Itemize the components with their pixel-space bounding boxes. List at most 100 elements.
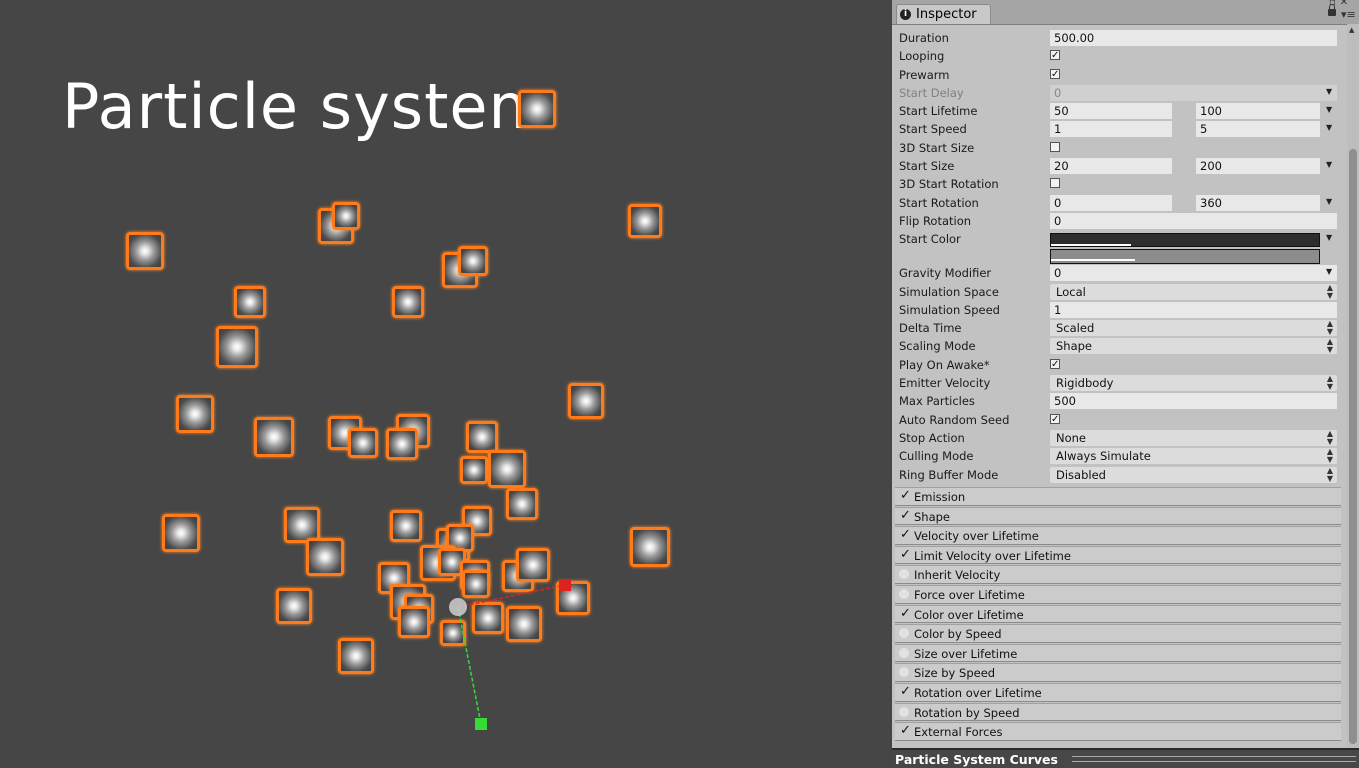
transform-gizmo[interactable] [0, 0, 890, 768]
max-particles-field[interactable]: 500 [1050, 393, 1337, 410]
tab-inspector[interactable]: i Inspector [896, 4, 991, 24]
property-label: Looping [899, 49, 945, 64]
property-start-size: Start Size 20 200 ▼ [895, 157, 1338, 175]
module-rotation-by-speed[interactable]: Rotation by Speed [895, 702, 1341, 722]
module-velocity-over-lifetime[interactable]: ✓ Velocity over Lifetime [895, 526, 1341, 545]
updown-arrow-icon: ▲ ▼ [1326, 319, 1333, 337]
property-label: Simulation Space [899, 284, 999, 299]
stop-action-dropdown[interactable]: None ▲ ▼ [1050, 429, 1337, 446]
duration-field[interactable]: 500.00 [1050, 30, 1337, 46]
module-label: Emission [914, 490, 966, 504]
3d-start-rotation-checkbox[interactable] [1050, 178, 1060, 189]
module-color-by-speed[interactable]: Color by Speed [895, 624, 1341, 643]
dropdown-arrow-icon[interactable]: ▼ [1326, 123, 1332, 132]
module-inherit-velocity[interactable]: Inherit Velocity [895, 565, 1341, 584]
module-rotation-over-lifetime[interactable]: ✓ Rotation over Lifetime [895, 682, 1341, 702]
start-delay-field: 0 [1050, 84, 1337, 101]
gizmo-y-axis[interactable] [457, 606, 482, 725]
particle-system-curves-panel[interactable]: Particle System Curves [892, 748, 1359, 768]
toggle-circle-icon[interactable] [899, 647, 909, 658]
dropdown-arrow-icon[interactable]: ▼ [1326, 105, 1332, 114]
module-shape[interactable]: ✓ Shape [895, 506, 1341, 526]
checkmark-icon[interactable]: ✓ [900, 527, 911, 542]
checkmark-icon[interactable]: ✓ [900, 684, 911, 699]
start-lifetime-min-field[interactable]: 50 [1050, 103, 1172, 120]
module-color-over-lifetime[interactable]: ✓ Color over Lifetime [895, 604, 1341, 624]
dropdown-arrow-icon[interactable]: ▼ [1326, 87, 1332, 96]
module-external-forces[interactable]: ✓ External Forces [895, 722, 1341, 741]
drag-handle-lines[interactable] [1072, 756, 1356, 762]
scaling-mode-dropdown[interactable]: Shape ▲ ▼ [1050, 338, 1337, 355]
3d-start-size-checkbox[interactable] [1050, 141, 1060, 152]
start-rotation-min-field[interactable]: 0 [1050, 194, 1172, 211]
scene-view[interactable]: Particle system [0, 0, 890, 768]
module-size-over-lifetime[interactable]: Size over Lifetime [895, 643, 1341, 663]
start-speed-min-field[interactable]: 1 [1050, 121, 1172, 138]
lock-icon[interactable] [1328, 4, 1336, 16]
toggle-circle-icon[interactable] [899, 588, 909, 599]
dropdown-arrow-icon[interactable]: ▼ [1326, 197, 1332, 206]
auto-random-seed-checkbox[interactable]: ✓ [1050, 413, 1060, 424]
checkmark-icon[interactable]: ✓ [900, 488, 911, 503]
start-size-max-field[interactable]: 200 [1196, 158, 1320, 175]
culling-mode-dropdown[interactable]: Always Simulate ▲ ▼ [1050, 448, 1337, 465]
flip-rotation-field[interactable]: 0 [1050, 212, 1337, 229]
gizmo-x-handle[interactable] [559, 579, 571, 591]
property-label: Play On Awake* [899, 357, 990, 372]
emitter-velocity-dropdown[interactable]: Rigidbody ▲ ▼ [1050, 375, 1337, 392]
property-culling-mode: Culling Mode Always Simulate ▲ ▼ [895, 447, 1338, 465]
updown-arrow-icon: ▲ ▼ [1326, 282, 1333, 300]
dropdown-arrow-icon[interactable]: ▼ [1326, 233, 1332, 242]
start-color-gradient-field[interactable] [1050, 233, 1320, 264]
module-label: Size over Lifetime [914, 646, 1018, 661]
property-delta-time: Delta Time Scaled ▲ ▼ [895, 319, 1338, 337]
start-speed-max-field[interactable]: 5 [1196, 121, 1320, 138]
start-color-gradient-top [1050, 233, 1320, 247]
inspector-scrollbar[interactable]: ▲ [1347, 24, 1359, 748]
gizmo-center-handle[interactable] [449, 598, 467, 616]
checkmark-icon[interactable]: ✓ [900, 723, 911, 738]
module-force-over-lifetime[interactable]: Force over Lifetime [895, 584, 1341, 604]
toggle-circle-icon[interactable] [899, 706, 909, 717]
property-simulation-speed: Simulation Speed 1 [895, 301, 1338, 319]
tab-inspector-label: Inspector [916, 7, 977, 22]
simulation-speed-field[interactable]: 1 [1050, 301, 1337, 318]
property-duration: Duration 500.00 [895, 29, 1338, 47]
delta-time-dropdown[interactable]: Scaled ▲ ▼ [1050, 319, 1337, 337]
property-start-delay: Start Delay 0 ▼ [895, 84, 1338, 102]
menu-icon[interactable]: ▾≡ [1341, 8, 1356, 21]
toggle-circle-icon[interactable] [899, 569, 909, 580]
checkmark-icon[interactable]: ✓ [900, 606, 911, 621]
property-scaling-mode: Scaling Mode Shape ▲ ▼ [895, 337, 1338, 355]
toggle-circle-icon[interactable] [899, 628, 909, 639]
property-max-particles: Max Particles 500 [895, 392, 1338, 410]
looping-checkbox[interactable]: ✓ [1050, 50, 1060, 61]
gravity-modifier-field[interactable]: 0 [1050, 265, 1337, 282]
ring-buffer-mode-dropdown[interactable]: Disabled ▲ ▼ [1050, 466, 1337, 483]
scroll-up-arrow-icon[interactable]: ▲ [1349, 26, 1354, 34]
start-rotation-max-field[interactable]: 360 [1196, 194, 1320, 211]
module-limit-velocity-over-lifetime[interactable]: ✓ Limit Velocity over Lifetime [895, 545, 1341, 565]
checkmark-icon[interactable]: ✓ [900, 547, 911, 562]
toggle-circle-icon[interactable] [899, 667, 909, 678]
module-label: Color over Lifetime [914, 607, 1024, 622]
gizmo-x-axis[interactable] [457, 584, 566, 608]
curves-panel-title: Particle System Curves [895, 752, 1058, 767]
module-emission[interactable]: ✓ Emission [895, 487, 1341, 506]
scrollbar-thumb[interactable] [1349, 149, 1357, 744]
simulation-space-dropdown[interactable]: Local ▲ ▼ [1050, 282, 1337, 300]
property-start-lifetime: Start Lifetime 50 100 ▼ [895, 102, 1338, 120]
checkmark-icon[interactable]: ✓ [900, 508, 911, 523]
module-label: Force over Lifetime [914, 587, 1025, 602]
property-label: Scaling Mode [899, 339, 976, 354]
play-on-awake-checkbox[interactable]: ✓ [1050, 358, 1060, 369]
property-label: Culling Mode [899, 449, 974, 464]
prewarm-checkbox[interactable]: ✓ [1050, 68, 1060, 79]
dropdown-arrow-icon[interactable]: ▼ [1326, 160, 1332, 169]
start-size-min-field[interactable]: 20 [1050, 158, 1172, 175]
gizmo-y-handle[interactable] [475, 718, 487, 730]
start-lifetime-max-field[interactable]: 100 [1196, 103, 1320, 120]
property-label: Start Lifetime [899, 104, 978, 119]
module-size-by-speed[interactable]: Size by Speed [895, 663, 1341, 682]
dropdown-arrow-icon[interactable]: ▼ [1326, 267, 1332, 276]
